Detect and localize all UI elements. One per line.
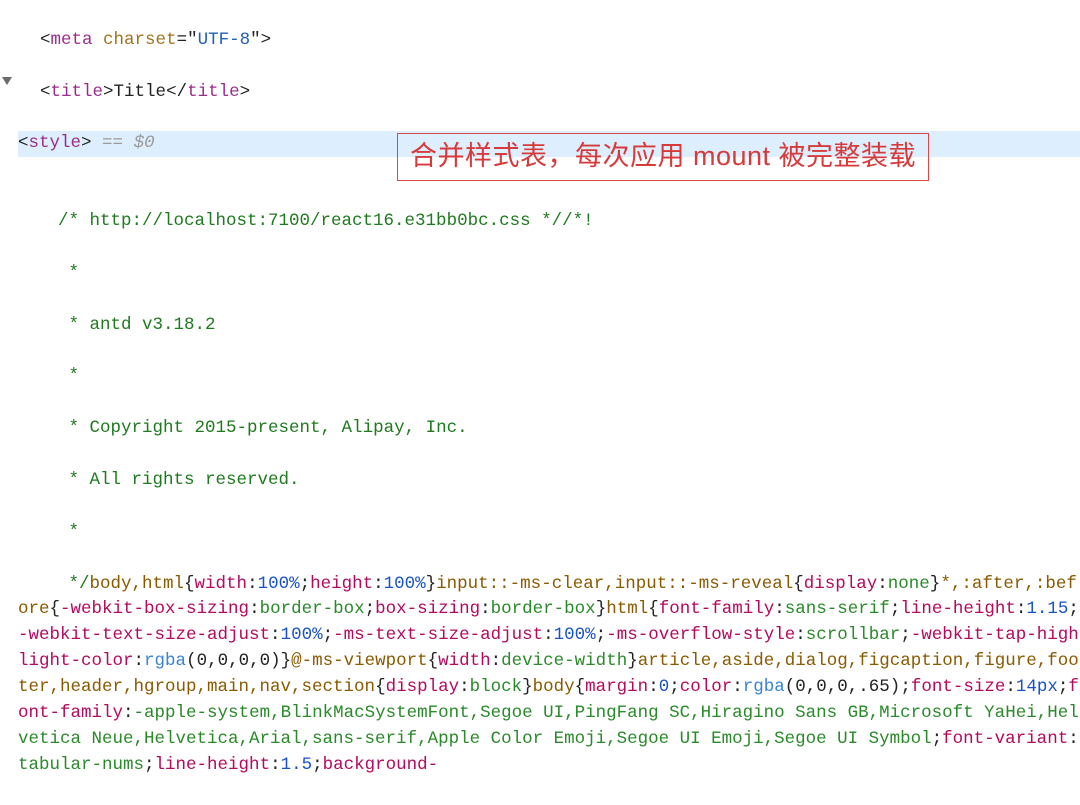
annotation-text: 合并样式表，每次应用 mount 被完整装载: [410, 141, 916, 171]
css-block: /* http://localhost:7100/react16.e31bb0b…: [18, 183, 1080, 778]
css-minified: */body,html{width:100%;height:100%}input…: [18, 574, 1079, 775]
dom-line-title: <title>Title</title>: [18, 80, 1080, 106]
dom-line-meta: <meta charset="UTF-8">: [18, 28, 1080, 54]
css-comment: /* http://localhost:7100/react16.e31bb0b…: [58, 211, 594, 231]
chevron-down-icon: [2, 77, 12, 85]
expand-toggle[interactable]: [0, 68, 14, 94]
code-view[interactable]: <meta charset="UTF-8"> <title>Title</tit…: [18, 0, 1080, 805]
annotation-callout: 合并样式表，每次应用 mount 被完整装载: [397, 133, 929, 181]
